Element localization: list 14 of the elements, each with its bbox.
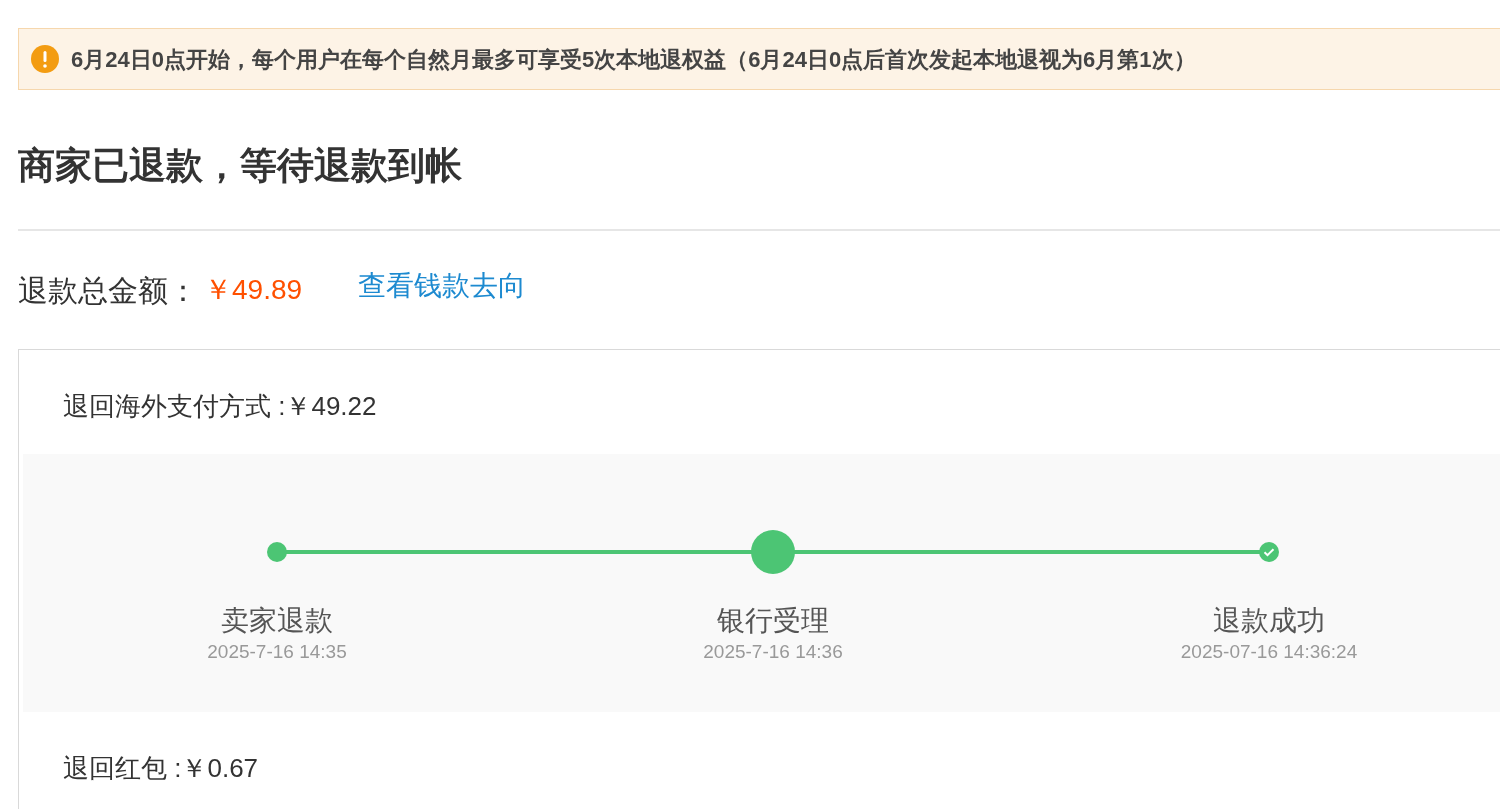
step-label: 退款成功 — [1213, 604, 1325, 638]
bonus-refund-label: 退回红包 :￥0.67 — [63, 752, 259, 785]
refund-total-amount: ￥49.89 — [204, 273, 303, 307]
step-label: 银行受理 — [717, 604, 829, 638]
step-time: 2025-07-16 14:36:24 — [1180, 640, 1358, 664]
step-label: 卖家退款 — [221, 604, 333, 638]
step-time: 2025-7-16 14:35 — [207, 640, 347, 664]
warning-icon — [31, 45, 59, 73]
status-title: 商家已退款，等待退款到帐 — [18, 144, 462, 188]
step-time: 2025-7-16 14:36 — [703, 640, 843, 664]
money-flow-link[interactable]: 查看钱款去向 — [358, 265, 527, 307]
refund-total-label: 退款总金额： — [18, 272, 198, 309]
overseas-refund-label: 退回海外支付方式 :￥49.22 — [63, 390, 377, 423]
notice-text: 6月24日0点开始，每个用户在每个自然月最多可享受5次本地退权益（6月24日0点后首次发起本地退视为6月第1次） — [71, 45, 1196, 74]
